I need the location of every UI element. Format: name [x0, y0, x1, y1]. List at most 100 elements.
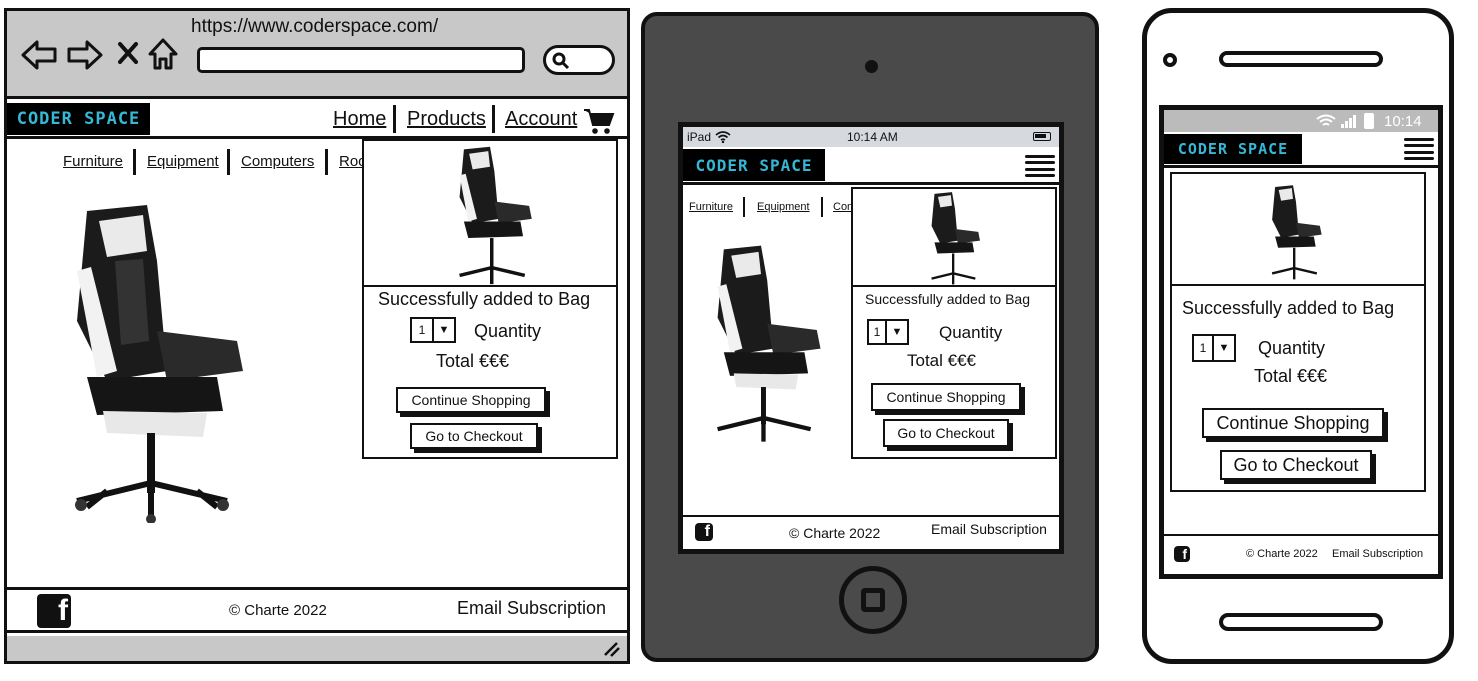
phone-quantity-label: Quantity [1258, 338, 1326, 358]
search-icon [552, 52, 570, 70]
quantity-value: 1 [412, 319, 434, 341]
tablet-logo[interactable]: CODER SPACE [683, 149, 825, 181]
go-to-checkout-button[interactable]: Go to Checkout [410, 423, 538, 449]
forward-icon[interactable] [67, 39, 103, 71]
tablet-copyright-text: © Charte 2022 [789, 525, 881, 541]
tablet-quantity-value: 1 [869, 321, 887, 343]
address-bar[interactable] [197, 47, 525, 73]
battery-icon [1364, 113, 1374, 129]
phone-logo-text: CODER SPACE [1177, 140, 1289, 158]
tablet-screen: iPad 10:14 AM CODER SPACE Furniture Equi… [678, 122, 1064, 554]
copyright-label: Charte 2022 [244, 602, 327, 619]
category-equipment[interactable]: Equipment [147, 153, 219, 170]
phone-copyright-text: © Charte 2022 [1246, 548, 1318, 560]
search-box[interactable] [543, 45, 615, 75]
site-header: CODER SPACE Home Products Account [7, 99, 627, 139]
logo-text: CODER SPACE [16, 109, 141, 129]
tablet-logo-text: CODER SPACE [695, 155, 813, 175]
phone-logo[interactable]: CODER SPACE [1164, 134, 1302, 164]
tablet-header: CODER SPACE [683, 147, 1059, 185]
square-icon [861, 588, 885, 612]
chevron-down-icon: ▼ [891, 326, 903, 338]
tablet-popup-message: Successfully added to Bag [865, 291, 1030, 307]
hamburger-menu-icon[interactable] [1025, 155, 1055, 177]
tablet-go-to-checkout-button[interactable]: Go to Checkout [883, 419, 1009, 447]
tablet-popup-chair-image [931, 192, 981, 285]
tablet-home-button[interactable] [839, 566, 907, 634]
tablet-quantity-label: Quantity [939, 323, 1003, 342]
facebook-icon[interactable]: f [37, 594, 71, 628]
phone-header: CODER SPACE [1164, 132, 1438, 168]
browser-status-bar [7, 636, 627, 661]
site-logo[interactable]: CODER SPACE [7, 103, 150, 135]
tablet-frame: iPad 10:14 AM CODER SPACE Furniture Equi… [641, 12, 1099, 662]
phone-popup-divider [1172, 284, 1424, 286]
phone-quantity-value: 1 [1194, 336, 1214, 360]
total-label: Total €€€ [436, 351, 510, 371]
phone-total-label: Total €€€ [1254, 366, 1328, 386]
phone-quantity-select[interactable]: 1 ▼ [1192, 334, 1236, 362]
tablet-status-bar: iPad 10:14 AM [683, 127, 1059, 147]
tablet-added-to-bag-popup: Successfully added to Bag 1 ▼ Quantity T… [851, 187, 1057, 459]
cart-icon[interactable] [583, 107, 615, 135]
tablet-chair-image [717, 245, 821, 442]
chevron-down-icon: ▼ [438, 324, 450, 336]
chevron-down-icon: ▼ [1218, 342, 1230, 354]
phone-popup-message: Successfully added to Bag [1182, 298, 1395, 318]
phone-added-to-bag-popup: Successfully added to Bag 1 ▼ Quantity T… [1170, 172, 1426, 492]
popup-chair-image [459, 146, 532, 285]
phone-email-subscription-link[interactable]: Email Subscription [1332, 548, 1423, 560]
phone-continue-shopping-button[interactable]: Continue Shopping [1202, 408, 1384, 438]
phone-status-bar: 10:14 [1164, 110, 1438, 132]
signal-icon [1341, 115, 1356, 128]
desktop-wireframe: https://www.coderspace.com/ CODER SPACE … [4, 8, 630, 664]
phone-popup-chair-image [1271, 185, 1322, 280]
quantity-select[interactable]: 1 ▼ [410, 317, 456, 343]
home-icon[interactable] [147, 37, 179, 71]
copyright-text: © Charte 2022 [229, 602, 327, 619]
tablet-copyright-label: Charte 2022 [803, 525, 881, 541]
added-to-bag-popup: Successfully added to Bag 1 ▼ Quantity T… [362, 139, 618, 459]
resize-handle-icon[interactable] [603, 641, 621, 657]
email-subscription-link[interactable]: Email Subscription [457, 598, 606, 619]
tablet-category-equipment[interactable]: Equipment [757, 201, 810, 213]
tablet-quantity-select[interactable]: 1 ▼ [867, 319, 909, 345]
nav-account[interactable]: Account [505, 108, 577, 131]
nav-products[interactable]: Products [407, 108, 486, 131]
tablet-footer: f © Charte 2022 Email Subscription [683, 515, 1059, 549]
device-label: iPad [687, 130, 712, 144]
hamburger-menu-icon[interactable] [1404, 138, 1434, 160]
wifi-icon [1316, 114, 1336, 126]
browser-chrome: https://www.coderspace.com/ [7, 11, 627, 99]
phone-copyright-label: Charte 2022 [1257, 548, 1318, 560]
tablet-email-subscription-link[interactable]: Email Subscription [931, 521, 1047, 537]
tablet-category-furniture[interactable]: Furniture [689, 201, 733, 213]
close-icon[interactable] [117, 41, 139, 65]
back-icon[interactable] [21, 39, 57, 71]
phone-footer: f © Charte 2022 Email Subscription [1164, 534, 1438, 574]
gaming-chair-image [75, 205, 243, 523]
wifi-icon [715, 131, 731, 143]
phone-screen: 10:14 CODER SPACE Successfully added to … [1159, 105, 1443, 579]
phone-home-bar[interactable] [1219, 613, 1383, 631]
popup-message: Successfully added to Bag [378, 289, 591, 309]
nav-home[interactable]: Home [333, 108, 386, 131]
tablet-continue-shopping-button[interactable]: Continue Shopping [871, 383, 1021, 411]
quantity-label: Quantity [474, 321, 542, 341]
battery-icon [1033, 132, 1051, 141]
site-footer: f © Charte 2022 Email Subscription [7, 587, 627, 633]
phone-go-to-checkout-button[interactable]: Go to Checkout [1220, 450, 1372, 480]
phone-frame: 10:14 CODER SPACE Successfully added to … [1142, 8, 1454, 664]
tablet-popup-divider [853, 285, 1055, 287]
phone-facebook-icon[interactable]: f [1174, 546, 1190, 562]
popup-divider [364, 285, 616, 287]
browser-url-label: https://www.coderspace.com/ [191, 16, 439, 37]
continue-shopping-button[interactable]: Continue Shopping [396, 387, 546, 413]
category-computers[interactable]: Computers [241, 153, 314, 170]
tablet-total-label: Total €€€ [907, 351, 976, 370]
tablet-camera [865, 60, 878, 73]
category-furniture[interactable]: Furniture [63, 153, 123, 170]
tablet-facebook-icon[interactable]: f [695, 523, 713, 541]
phone-camera [1163, 53, 1177, 67]
tablet-time: 10:14 AM [847, 130, 898, 144]
